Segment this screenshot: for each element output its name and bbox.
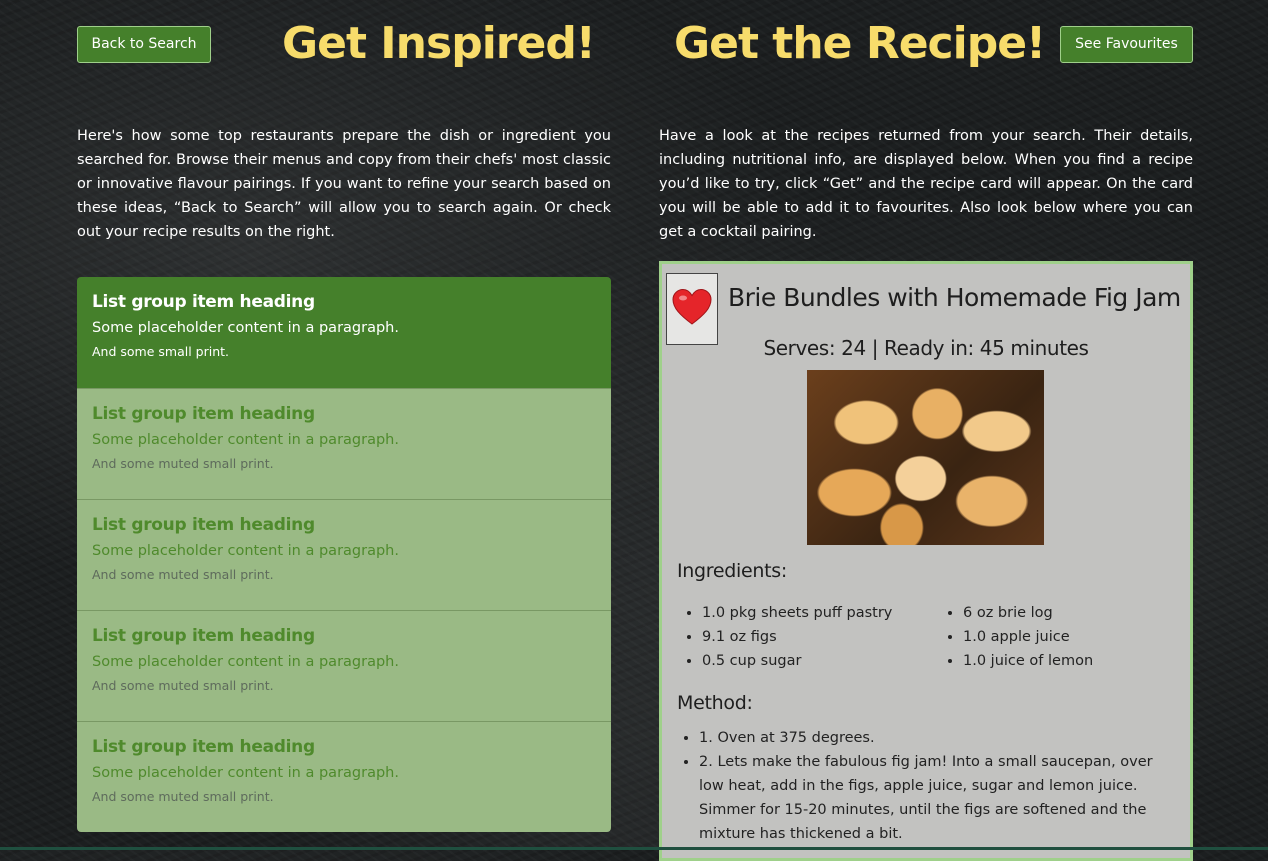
recipe-intro-text: Have a look at the recipes returned from… [659, 128, 1193, 240]
inspiration-intro-text: Here's how some top restaurants prepare … [77, 128, 611, 240]
ingredients-heading: Ingredients: [677, 560, 788, 582]
list-item-heading: List group item heading [92, 515, 315, 535]
list-item-text: Some placeholder content in a paragraph. [92, 543, 399, 559]
list-item-heading: List group item heading [92, 292, 315, 312]
list-item-heading: List group item heading [92, 626, 315, 646]
list-item[interactable]: List group item heading Some placeholder… [77, 610, 611, 721]
ingredients-list-left: 1.0 pkg sheets puff pastry 9.1 oz figs 0… [680, 601, 892, 673]
list-item-small-print: And some muted small print. [92, 456, 274, 471]
method-list: 1. Oven at 375 degrees. 2. Lets make the… [677, 726, 1179, 846]
ingredients-list-right: 6 oz brie log 1.0 apple juice 1.0 juice … [941, 601, 1093, 673]
method-step: 2. Lets make the fabulous fig jam! Into … [699, 750, 1179, 846]
back-to-search-button[interactable]: Back to Search [77, 26, 211, 63]
method-step: 1. Oven at 375 degrees. [699, 726, 1179, 750]
ingredient-item: 9.1 oz figs [702, 625, 892, 649]
list-item-small-print: And some muted small print. [92, 567, 274, 582]
ingredient-item: 1.0 juice of lemon [963, 649, 1093, 673]
add-favourite-toggle[interactable] [666, 273, 718, 345]
list-item[interactable]: List group item heading Some placeholder… [77, 277, 611, 388]
list-item-small-print: And some muted small print. [92, 678, 274, 693]
list-item-text: Some placeholder content in a paragraph. [92, 320, 399, 336]
list-item-heading: List group item heading [92, 737, 315, 757]
recipe-card: Brie Bundles with Homemade Fig Jam Serve… [659, 261, 1193, 861]
ingredient-item: 0.5 cup sugar [702, 649, 892, 673]
heart-icon [672, 288, 712, 325]
list-item[interactable]: List group item heading Some placeholder… [77, 388, 611, 499]
list-item-text: Some placeholder content in a paragraph. [92, 432, 399, 448]
list-item[interactable]: List group item heading Some placeholder… [77, 499, 611, 610]
method-heading: Method: [677, 692, 753, 714]
get-inspired-title: Get Inspired! [282, 18, 596, 69]
list-item-heading: List group item heading [92, 404, 315, 424]
list-item-text: Some placeholder content in a paragraph. [92, 654, 399, 670]
get-the-recipe-title: Get the Recipe! [674, 18, 1046, 69]
recipe-image [807, 370, 1044, 545]
ingredient-item: 6 oz brie log [963, 601, 1093, 625]
ingredient-item: 1.0 pkg sheets puff pastry [702, 601, 892, 625]
list-item-small-print: And some small print. [92, 344, 229, 359]
restaurant-list-group: List group item heading Some placeholder… [77, 277, 611, 832]
list-item-text: Some placeholder content in a paragraph. [92, 765, 399, 781]
recipe-title: Brie Bundles with Homemade Fig Jam [728, 283, 1181, 312]
list-item-small-print: And some muted small print. [92, 789, 274, 804]
ingredient-item: 1.0 apple juice [963, 625, 1093, 649]
serves-ready-info: Serves: 24 | Ready in: 45 minutes [763, 336, 1089, 360]
see-favourites-button[interactable]: See Favourites [1060, 26, 1193, 63]
list-item[interactable]: List group item heading Some placeholder… [77, 721, 611, 832]
